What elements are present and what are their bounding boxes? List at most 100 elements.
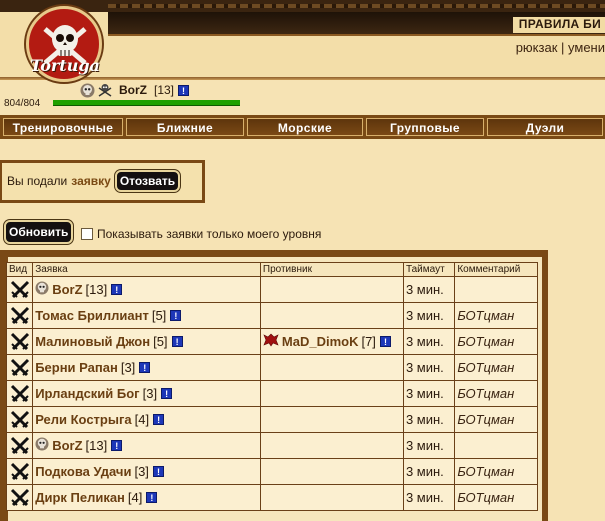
hp-text: 804/804 xyxy=(4,98,41,109)
player-level: [3] xyxy=(142,386,158,401)
comment-cell xyxy=(454,432,538,459)
player-name[interactable]: BorZ xyxy=(52,438,82,453)
opponent-cell xyxy=(259,380,404,407)
user-menu: рюкзак | умени xyxy=(516,40,605,55)
column-type: Вид xyxy=(5,262,34,277)
logo-text: Tortuga xyxy=(30,56,100,75)
comment-cell: БОТцман xyxy=(454,380,538,407)
skull-icon xyxy=(35,281,49,298)
application-cell: Рели Кострыга [4]! xyxy=(32,406,261,433)
skills-link[interactable]: умени xyxy=(568,40,605,55)
battle-tabs: Тренировочные Ближние Морские Групповые … xyxy=(0,115,605,139)
opponent-cell xyxy=(259,458,404,485)
player-name[interactable]: Берни Рапан xyxy=(35,360,118,375)
refresh-button[interactable]: Обновить xyxy=(4,220,74,244)
info-icon[interactable]: ! xyxy=(171,336,183,347)
opponent-cell xyxy=(259,484,404,511)
opponent-cell xyxy=(259,302,404,329)
header-line xyxy=(108,34,605,36)
level-filter-checkbox[interactable] xyxy=(81,228,93,240)
table-row: Берни Рапан [3]! 3 мин. БОТцман xyxy=(5,354,538,381)
timeout-cell: 3 мин. xyxy=(402,432,456,459)
table-row: Малиновый Джон [5]! MaD_DimoK [7]! 3 мин. БОТ… xyxy=(5,328,538,355)
comment-cell: БОТцман xyxy=(454,484,538,511)
level-filter: Показывать заявки только моего уровня xyxy=(81,227,321,241)
skull-icon xyxy=(80,83,95,97)
battle-type-cell xyxy=(5,406,34,433)
crossed-swords-icon xyxy=(10,384,30,402)
crossed-swords-icon xyxy=(10,488,30,506)
info-icon[interactable]: ! xyxy=(146,492,158,503)
table-row: BorZ [13]! 3 мин. xyxy=(5,432,538,459)
application-link[interactable]: заявку xyxy=(71,174,111,188)
info-icon[interactable]: ! xyxy=(152,466,164,477)
info-icon[interactable]: ! xyxy=(111,284,123,295)
info-icon[interactable]: ! xyxy=(153,414,165,425)
crossed-swords-icon xyxy=(10,280,30,298)
crossed-swords-icon xyxy=(10,306,30,324)
player-name[interactable]: Дирк Пеликан xyxy=(35,490,125,505)
tab-group[interactable]: Групповые xyxy=(366,118,484,136)
tab-duels[interactable]: Дуэли xyxy=(487,118,603,136)
timeout-cell: 3 мин. xyxy=(402,354,456,381)
table-row: Томас Бриллиант [5]! 3 мин. БОТцман xyxy=(5,302,538,329)
opponent-level: [7] xyxy=(361,334,376,349)
table-row: Ирландский Бог [3]! 3 мин. БОТцман xyxy=(5,380,538,407)
player-name[interactable]: Малиновый Джон xyxy=(35,334,150,349)
comment-cell: БОТцман xyxy=(454,406,538,433)
player-info: BorZ [13] ! xyxy=(80,82,190,98)
application-cell: Дирк Пеликан [4]! xyxy=(32,484,261,511)
tab-sea[interactable]: Морские xyxy=(247,118,363,136)
table-row: Дирк Пеликан [4]! 3 мин. БОТцман xyxy=(5,484,538,511)
player-level: [5] xyxy=(153,334,168,349)
backpack-link[interactable]: рюкзак xyxy=(516,40,558,55)
skull-crossbones-icon xyxy=(98,84,112,97)
player-level: [5] xyxy=(151,308,167,323)
player-level: [4] xyxy=(127,490,143,505)
opponent-cell: MaD_DimoK [7]! xyxy=(259,328,404,355)
player-name[interactable]: BorZ xyxy=(119,83,147,97)
player-name[interactable]: Томас Бриллиант xyxy=(35,308,149,323)
red-crest-icon xyxy=(263,333,279,350)
comment-cell: БОТцман xyxy=(454,458,538,485)
comment-cell: БОТцман xyxy=(454,302,538,329)
timeout-cell: 3 мин. xyxy=(402,406,456,433)
info-icon[interactable]: ! xyxy=(178,84,190,96)
opponent-cell xyxy=(259,354,404,381)
application-text: Вы подали xyxy=(7,174,68,188)
player-level: [13] xyxy=(85,282,108,297)
battle-type-cell xyxy=(5,328,34,355)
revoke-button[interactable]: Отозвать xyxy=(114,170,181,192)
player-name[interactable]: Рели Кострыга xyxy=(35,412,131,427)
hp-bar xyxy=(53,100,240,106)
menu-separator: | xyxy=(561,40,565,55)
table-row: Подкова Удачи [3]! 3 мин. БОТцман xyxy=(5,458,538,485)
crossed-swords-icon xyxy=(10,332,30,350)
crossed-swords-icon xyxy=(10,358,30,376)
battle-type-cell xyxy=(5,276,34,303)
tab-training[interactable]: Тренировочные xyxy=(3,118,123,136)
table-header-row: Вид Заявка Противник Таймаут Комментарий xyxy=(5,262,538,277)
player-name[interactable]: Ирландский Бог xyxy=(35,386,139,401)
info-icon[interactable]: ! xyxy=(170,310,182,321)
skull-icon xyxy=(35,437,49,454)
info-icon[interactable]: ! xyxy=(139,362,151,373)
player-level: [13] xyxy=(85,438,108,453)
application-cell: Подкова Удачи [3]! xyxy=(32,458,261,485)
application-cell: Ирландский Бог [3]! xyxy=(32,380,261,407)
player-level: [3] xyxy=(120,360,136,375)
battle-type-cell xyxy=(5,458,34,485)
opponent-name[interactable]: MaD_DimoK xyxy=(282,334,359,349)
player-name[interactable]: Подкова Удачи xyxy=(35,464,131,479)
tab-melee[interactable]: Ближние xyxy=(126,118,244,136)
player-name[interactable]: BorZ xyxy=(52,282,82,297)
timeout-cell: 3 мин. xyxy=(402,276,456,303)
info-icon[interactable]: ! xyxy=(161,388,173,399)
comment-cell: БОТцман xyxy=(454,328,538,355)
info-icon[interactable]: ! xyxy=(111,440,123,451)
top-menu[interactable]: ПРАВИЛА БИ xyxy=(512,17,605,33)
rope-decoration xyxy=(108,4,605,8)
crossed-swords-icon xyxy=(10,462,30,480)
application-cell: Берни Рапан [3]! xyxy=(32,354,261,381)
info-icon[interactable]: ! xyxy=(379,336,391,347)
